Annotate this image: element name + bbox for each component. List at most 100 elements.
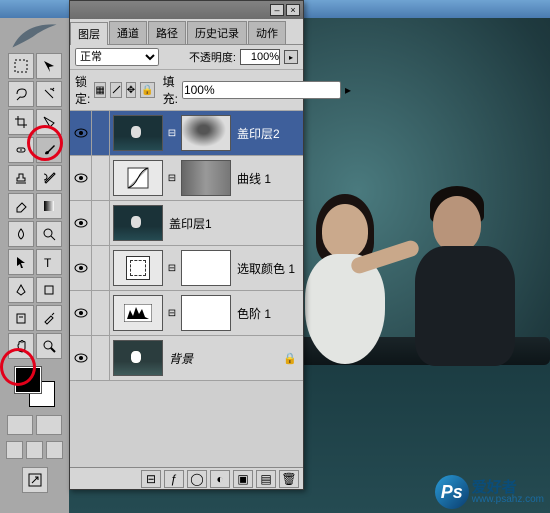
layer-row[interactable]: 背景 🔒 (70, 336, 303, 381)
layer-name[interactable]: 曲线 1 (237, 170, 271, 187)
opacity-input[interactable] (240, 49, 280, 65)
layer-mask-thumb[interactable] (181, 160, 231, 196)
layer-row[interactable]: 盖印层1 (70, 201, 303, 246)
lock-row: 锁定: ▦ ✥ 🔒 填充: ▸ (70, 70, 303, 111)
shape-icon[interactable] (36, 277, 62, 303)
link-layers-button[interactable]: ⊟ (141, 470, 161, 488)
visibility-toggle[interactable] (70, 201, 92, 245)
blend-mode-select[interactable]: 正常 (75, 48, 159, 66)
layer-name[interactable]: 盖印层2 (237, 125, 280, 142)
adjustment-layer-button[interactable]: ◐ (210, 470, 230, 488)
lock-icon: 🔒 (283, 352, 297, 365)
jump-to-button[interactable] (22, 467, 48, 493)
watermark-logo: Ps (435, 475, 469, 509)
move-icon[interactable] (36, 53, 62, 79)
app-logo-icon (7, 21, 62, 51)
panel-footer: ⊟ ƒ ◯ ◐ ▣ ▤ 🗑 (70, 467, 303, 489)
tool-grid: T (8, 53, 62, 359)
eyedropper-icon[interactable] (36, 305, 62, 331)
zoom-icon[interactable] (36, 333, 62, 359)
toolbox: T (0, 18, 69, 513)
link-icon[interactable]: ⊟ (166, 128, 178, 139)
link-icon[interactable]: ⊟ (166, 308, 178, 319)
wand-icon[interactable] (36, 81, 62, 107)
svg-text:T: T (44, 256, 52, 269)
screen-standard-button[interactable] (6, 441, 23, 459)
fill-label: 填充: (163, 73, 178, 107)
history-brush-icon[interactable] (36, 165, 62, 191)
visibility-toggle[interactable] (70, 291, 92, 335)
panel-titlebar[interactable]: – × (70, 1, 303, 19)
panel-tabs: 图层 通道 路径 历史记录 动作 (70, 19, 303, 45)
layer-name[interactable]: 盖印层1 (169, 215, 212, 232)
tab-paths[interactable]: 路径 (148, 21, 186, 44)
link-icon[interactable]: ⊟ (166, 263, 178, 274)
lock-pixels-button[interactable] (110, 82, 122, 98)
stamp-icon[interactable] (8, 165, 34, 191)
heal-icon[interactable] (8, 137, 34, 163)
quickmask-mode-button[interactable] (36, 415, 62, 435)
brush-icon[interactable] (36, 137, 62, 163)
layer-row[interactable]: ⊟ 曲线 1 (70, 156, 303, 201)
marquee-icon[interactable] (8, 53, 34, 79)
dodge-icon[interactable] (36, 221, 62, 247)
close-panel-button[interactable]: × (286, 4, 300, 16)
delete-layer-button[interactable]: 🗑 (279, 470, 299, 488)
visibility-toggle[interactable] (70, 246, 92, 290)
fill-slider-button[interactable]: ▸ (345, 83, 351, 97)
fx-button[interactable]: ƒ (164, 470, 184, 488)
lock-position-button[interactable]: ✥ (126, 82, 136, 98)
tab-history[interactable]: 历史记录 (187, 21, 247, 44)
layer-row[interactable]: ⊟ 盖印层2 (70, 111, 303, 156)
visibility-toggle[interactable] (70, 111, 92, 155)
type-icon[interactable]: T (36, 249, 62, 275)
layer-thumb[interactable] (113, 160, 163, 196)
lock-label: 锁定: (75, 73, 90, 107)
lasso-icon[interactable] (8, 81, 34, 107)
tab-layers[interactable]: 图层 (70, 22, 108, 45)
layer-thumb[interactable] (113, 115, 163, 151)
layer-thumb[interactable] (113, 205, 163, 241)
crop-icon[interactable] (8, 109, 34, 135)
layer-name[interactable]: 选取颜色 1 (237, 260, 295, 277)
lock-all-button[interactable]: 🔒 (140, 82, 154, 98)
blend-row: 正常 不透明度: ▸ (70, 45, 303, 70)
layer-thumb[interactable] (113, 250, 163, 286)
layer-row[interactable]: ⊟ 选取颜色 1 (70, 246, 303, 291)
path-sel-icon[interactable] (8, 249, 34, 275)
layer-thumb[interactable] (113, 295, 163, 331)
layer-row[interactable]: ⊟ 色阶 1 (70, 291, 303, 336)
screen-full-button[interactable] (46, 441, 63, 459)
empty-layer-area (70, 381, 303, 467)
visibility-toggle[interactable] (70, 336, 92, 380)
layer-mask-thumb[interactable] (181, 250, 231, 286)
hand-icon[interactable] (8, 333, 34, 359)
lock-transparency-button[interactable]: ▦ (94, 82, 105, 98)
layer-thumb[interactable] (113, 340, 163, 376)
notes-icon[interactable] (8, 305, 34, 331)
standard-mode-button[interactable] (7, 415, 33, 435)
opacity-slider-button[interactable]: ▸ (284, 50, 298, 64)
eraser-icon[interactable] (8, 193, 34, 219)
layer-name[interactable]: 背景 (169, 350, 193, 367)
visibility-toggle[interactable] (70, 156, 92, 200)
watermark-url: www.psahz.com (472, 495, 544, 505)
tab-channels[interactable]: 通道 (109, 21, 147, 44)
add-mask-button[interactable]: ◯ (187, 470, 207, 488)
color-swatches[interactable] (15, 367, 55, 407)
fill-input[interactable] (182, 81, 341, 99)
new-layer-button[interactable]: ▤ (256, 470, 276, 488)
new-group-button[interactable]: ▣ (233, 470, 253, 488)
screen-full-menu-button[interactable] (26, 441, 43, 459)
tab-actions[interactable]: 动作 (248, 21, 286, 44)
layer-name[interactable]: 色阶 1 (237, 305, 271, 322)
foreground-color-swatch[interactable] (15, 367, 41, 393)
layer-mask-thumb[interactable] (181, 115, 231, 151)
link-icon[interactable]: ⊟ (166, 173, 178, 184)
layer-mask-thumb[interactable] (181, 295, 231, 331)
pen-icon[interactable] (8, 277, 34, 303)
blur-icon[interactable] (8, 221, 34, 247)
gradient-icon[interactable] (36, 193, 62, 219)
slice-icon[interactable] (36, 109, 62, 135)
minimize-panel-button[interactable]: – (270, 4, 284, 16)
